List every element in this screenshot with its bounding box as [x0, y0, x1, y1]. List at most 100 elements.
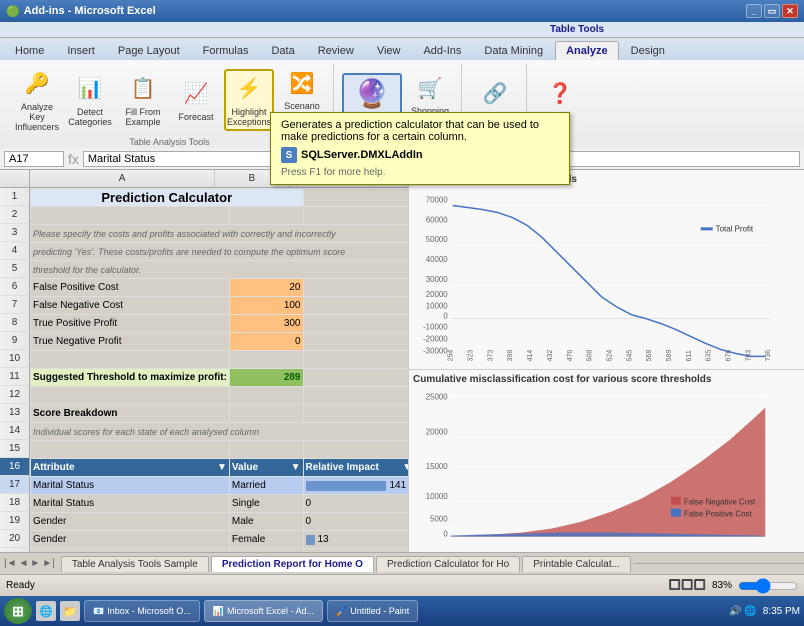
cell-r17b[interactable]: Married: [229, 477, 303, 495]
tab-analyze[interactable]: Analyze: [555, 41, 619, 60]
cell-r15b[interactable]: [229, 441, 303, 459]
cell-r21a[interactable]: Income: [31, 549, 230, 553]
sheet-nav-first[interactable]: |◄: [4, 558, 17, 569]
minimize-button[interactable]: _: [746, 4, 762, 18]
cell-r18c[interactable]: 0: [303, 495, 408, 513]
cell-r15c[interactable]: [303, 441, 408, 459]
cell-r9b[interactable]: 0: [229, 333, 303, 351]
cell-r8b[interactable]: 300: [229, 315, 303, 333]
quick-launch-ie[interactable]: 🌐: [36, 601, 56, 621]
cell-r16c[interactable]: Relative Impact ▼: [303, 459, 408, 477]
sheet-tab-prediction-calc[interactable]: Prediction Calculator for Ho: [376, 556, 520, 572]
cell-r8c[interactable]: [303, 315, 408, 333]
cell-r17a[interactable]: Marital Status: [31, 477, 230, 495]
svg-text:50000: 50000: [426, 235, 449, 244]
cell-r9c[interactable]: [303, 333, 408, 351]
sheet-tab-prediction-report[interactable]: Prediction Report for Home O: [211, 556, 374, 572]
forecast-button[interactable]: 📈 Forecast: [171, 75, 221, 125]
sheet-nav-last[interactable]: ►|: [42, 558, 55, 569]
cell-r20c[interactable]: 13: [303, 531, 408, 549]
sheet-table: Prediction Calculator Please specify the…: [30, 188, 408, 552]
cell-r10b[interactable]: [229, 351, 303, 369]
cell-r12a[interactable]: [31, 387, 230, 405]
cell-r21b[interactable]: 39050 - 71062: [229, 549, 303, 553]
fill-from-example-button[interactable]: 📋 Fill FromExample: [118, 70, 168, 130]
cell-prediction-title[interactable]: Prediction Calculator: [31, 189, 304, 207]
cell-r1c[interactable]: [303, 189, 408, 207]
tab-home[interactable]: Home: [4, 41, 55, 60]
table-row: Prediction Calculator: [31, 189, 409, 207]
cell-r2c[interactable]: [303, 207, 408, 225]
restore-button[interactable]: ▭: [764, 4, 780, 18]
cell-r6c[interactable]: [303, 279, 408, 297]
sheet-tab-sample[interactable]: Table Analysis Tools Sample: [61, 556, 209, 572]
cell-r10c[interactable]: [303, 351, 408, 369]
highlight-exceptions-button[interactable]: ⚡ HighlightExceptions: [224, 69, 274, 131]
taskbar-inbox[interactable]: 📧 Inbox - Microsoft O...: [84, 600, 200, 622]
cell-r16a[interactable]: Attribute ▼: [31, 459, 230, 477]
taskbar-excel[interactable]: 📊 Microsoft Excel - Ad...: [204, 600, 323, 622]
cell-r13b[interactable]: [229, 405, 303, 423]
title-bar-controls[interactable]: _ ▭ ✕: [746, 4, 798, 18]
cell-r4a[interactable]: predicting 'Yes'. These costs/profits ar…: [31, 243, 409, 261]
cell-r11c[interactable]: [303, 369, 408, 387]
cell-r5a[interactable]: threshold for the calculator.: [31, 261, 409, 279]
cell-r19b[interactable]: Male: [229, 513, 303, 531]
detect-categories-button[interactable]: 📊 DetectCategories: [65, 70, 115, 130]
table-row: Gender Male 0: [31, 513, 409, 531]
cell-r6b[interactable]: 20: [229, 279, 303, 297]
cell-r12c[interactable]: [303, 387, 408, 405]
sheet-nav-next[interactable]: ►: [30, 558, 40, 569]
cell-r2a[interactable]: [31, 207, 230, 225]
close-button[interactable]: ✕: [782, 4, 798, 18]
quick-launch-explorer[interactable]: 📁: [60, 601, 80, 621]
tab-formulas[interactable]: Formulas: [192, 41, 260, 60]
cell-r11a[interactable]: Suggested Threshold to maximize profit:: [31, 369, 230, 387]
sheet-tab-printable[interactable]: Printable Calculat...: [522, 556, 631, 572]
cell-r18a[interactable]: Marital Status: [31, 495, 230, 513]
cell-r11b[interactable]: 289: [229, 369, 303, 387]
cell-r10a[interactable]: [31, 351, 230, 369]
cell-r13a[interactable]: Score Breakdown: [31, 405, 230, 423]
tab-view[interactable]: View: [366, 41, 412, 60]
cell-r18b[interactable]: Single: [229, 495, 303, 513]
tab-data[interactable]: Data: [260, 41, 305, 60]
cell-reference[interactable]: A17: [4, 151, 64, 167]
analyze-key-influencers-button[interactable]: 🔑 Analyze KeyInfluencers: [12, 65, 62, 135]
tab-page-layout[interactable]: Page Layout: [107, 41, 191, 60]
cell-r2b[interactable]: [229, 207, 303, 225]
cell-r7b[interactable]: 100: [229, 297, 303, 315]
zoom-slider[interactable]: [738, 581, 798, 591]
sheet-tabs: |◄ ◄ ► ►| Table Analysis Tools Sample Pr…: [0, 552, 804, 574]
cell-r20b[interactable]: Female: [229, 531, 303, 549]
sheet-nav-prev[interactable]: ◄: [19, 558, 29, 569]
cell-r17c[interactable]: 141: [303, 477, 408, 495]
tab-review[interactable]: Review: [307, 41, 365, 60]
cell-r13c[interactable]: [303, 405, 408, 423]
taskbar-paint[interactable]: 🖌️ Untitled - Paint: [327, 600, 418, 622]
cell-r14a[interactable]: Individual scores for each state of each…: [31, 423, 409, 441]
cell-r7c[interactable]: [303, 297, 408, 315]
cell-r3a[interactable]: Please specify the costs and profits ass…: [31, 225, 409, 243]
cell-r6a[interactable]: False Positive Cost: [31, 279, 230, 297]
cell-r19c[interactable]: 0: [303, 513, 408, 531]
cell-r20a[interactable]: Gender: [31, 531, 230, 549]
tab-insert[interactable]: Insert: [56, 41, 106, 60]
tab-addins[interactable]: Add-Ins: [412, 41, 472, 60]
tooltip-description: Generates a prediction calculator that c…: [281, 119, 559, 143]
cell-r9a[interactable]: True Negative Profit: [31, 333, 230, 351]
cell-r21c[interactable]: 19: [303, 549, 408, 553]
tab-design[interactable]: Design: [620, 41, 676, 60]
cell-r15a[interactable]: [31, 441, 230, 459]
highlight-label: HighlightExceptions: [227, 107, 271, 127]
col-header-a[interactable]: A: [30, 170, 215, 187]
tab-datamining[interactable]: Data Mining: [473, 41, 554, 60]
start-button[interactable]: ⊞: [4, 598, 32, 624]
cell-r16b[interactable]: Value ▼: [229, 459, 303, 477]
taskbar-right: 🔊 🌐 8:35 PM: [729, 606, 800, 617]
svg-text:589: 589: [666, 350, 673, 362]
cell-r8a[interactable]: True Positive Profit: [31, 315, 230, 333]
cell-r12b[interactable]: [229, 387, 303, 405]
cell-r19a[interactable]: Gender: [31, 513, 230, 531]
cell-r7a[interactable]: False Negative Cost: [31, 297, 230, 315]
